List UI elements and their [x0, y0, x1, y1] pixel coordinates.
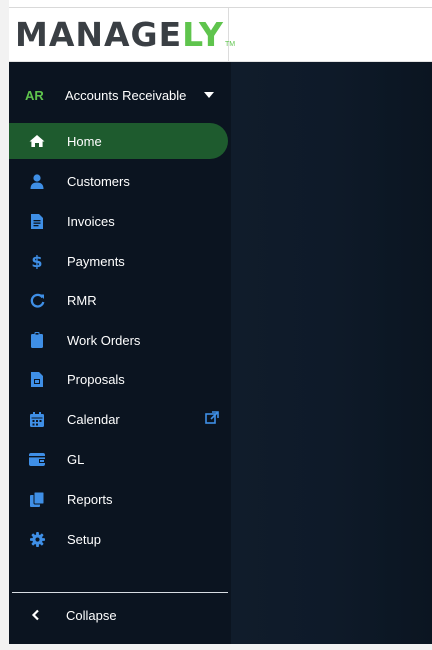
- clipboard-icon: [29, 332, 45, 348]
- app-window: MANAGE LY TM AR Accounts Receivable Home C…: [0, 0, 432, 650]
- sidebar-item-label: Payments: [67, 253, 125, 269]
- chevron-left-icon: [31, 608, 43, 622]
- sidebar-item-gl[interactable]: GL: [9, 441, 231, 477]
- main-content: [231, 62, 432, 644]
- module-switcher[interactable]: AR Accounts Receivable: [9, 84, 231, 106]
- sidebar-item-label: Setup: [67, 531, 101, 547]
- sidebar-item-customers[interactable]: Customers: [9, 163, 231, 199]
- sidebar-item-label: GL: [67, 451, 85, 467]
- sidebar-item-home[interactable]: Home: [9, 123, 228, 159]
- sidebar-item-reports[interactable]: Reports: [9, 481, 231, 517]
- calendar-icon: [29, 411, 45, 427]
- logo-trademark: TM: [224, 41, 236, 48]
- user-icon: [29, 173, 45, 189]
- sidebar-item-invoices[interactable]: Invoices: [9, 203, 231, 239]
- sidebar-item-label: Reports: [67, 491, 113, 507]
- sidebar-item-label: Customers: [67, 173, 130, 189]
- external-link-icon[interactable]: [205, 411, 219, 425]
- logo[interactable]: MANAGE LY TM: [9, 8, 235, 61]
- window-left-edge: [0, 0, 9, 650]
- sidebar-item-label: RMR: [67, 292, 97, 308]
- window-bottom-edge: [9, 644, 432, 650]
- dollar-icon: $: [29, 253, 45, 269]
- logo-accent-text: LY: [182, 15, 224, 54]
- wallet-icon: [29, 451, 45, 467]
- sidebar-item-payments[interactable]: $ Payments: [9, 243, 231, 279]
- refresh-icon: [29, 292, 45, 308]
- home-icon: [29, 133, 45, 149]
- document-icon: [29, 371, 45, 387]
- sidebar-item-calendar[interactable]: Calendar: [9, 401, 231, 437]
- sidebar-item-label: Work Orders: [67, 332, 141, 348]
- collapse-button[interactable]: Collapse: [9, 602, 231, 628]
- module-abbreviation: AR: [25, 87, 44, 103]
- sidebar-divider: [12, 592, 228, 593]
- sidebar: AR Accounts Receivable Home Customers In…: [9, 62, 231, 644]
- gear-icon: [29, 531, 45, 547]
- sidebar-item-label: Home: [67, 133, 102, 149]
- top-bar: MANAGE LY TM: [9, 7, 432, 62]
- sidebar-item-work-orders[interactable]: Work Orders: [9, 322, 231, 358]
- collapse-label: Collapse: [66, 608, 117, 623]
- sidebar-item-rmr[interactable]: RMR: [9, 282, 231, 318]
- sidebar-item-label: Invoices: [67, 213, 115, 229]
- sidebar-item-label: Proposals: [67, 371, 125, 387]
- module-name: Accounts Receivable: [65, 87, 187, 103]
- logo-main-text: MANAGE: [15, 15, 183, 54]
- sidebar-item-setup[interactable]: Setup: [9, 521, 231, 557]
- caret-down-icon: [204, 92, 214, 98]
- sidebar-item-label: Calendar: [67, 411, 120, 427]
- copy-icon: [29, 491, 45, 507]
- invoice-icon: [29, 213, 45, 229]
- svg-text:$: $: [31, 253, 42, 269]
- sidebar-item-proposals[interactable]: Proposals: [9, 361, 231, 397]
